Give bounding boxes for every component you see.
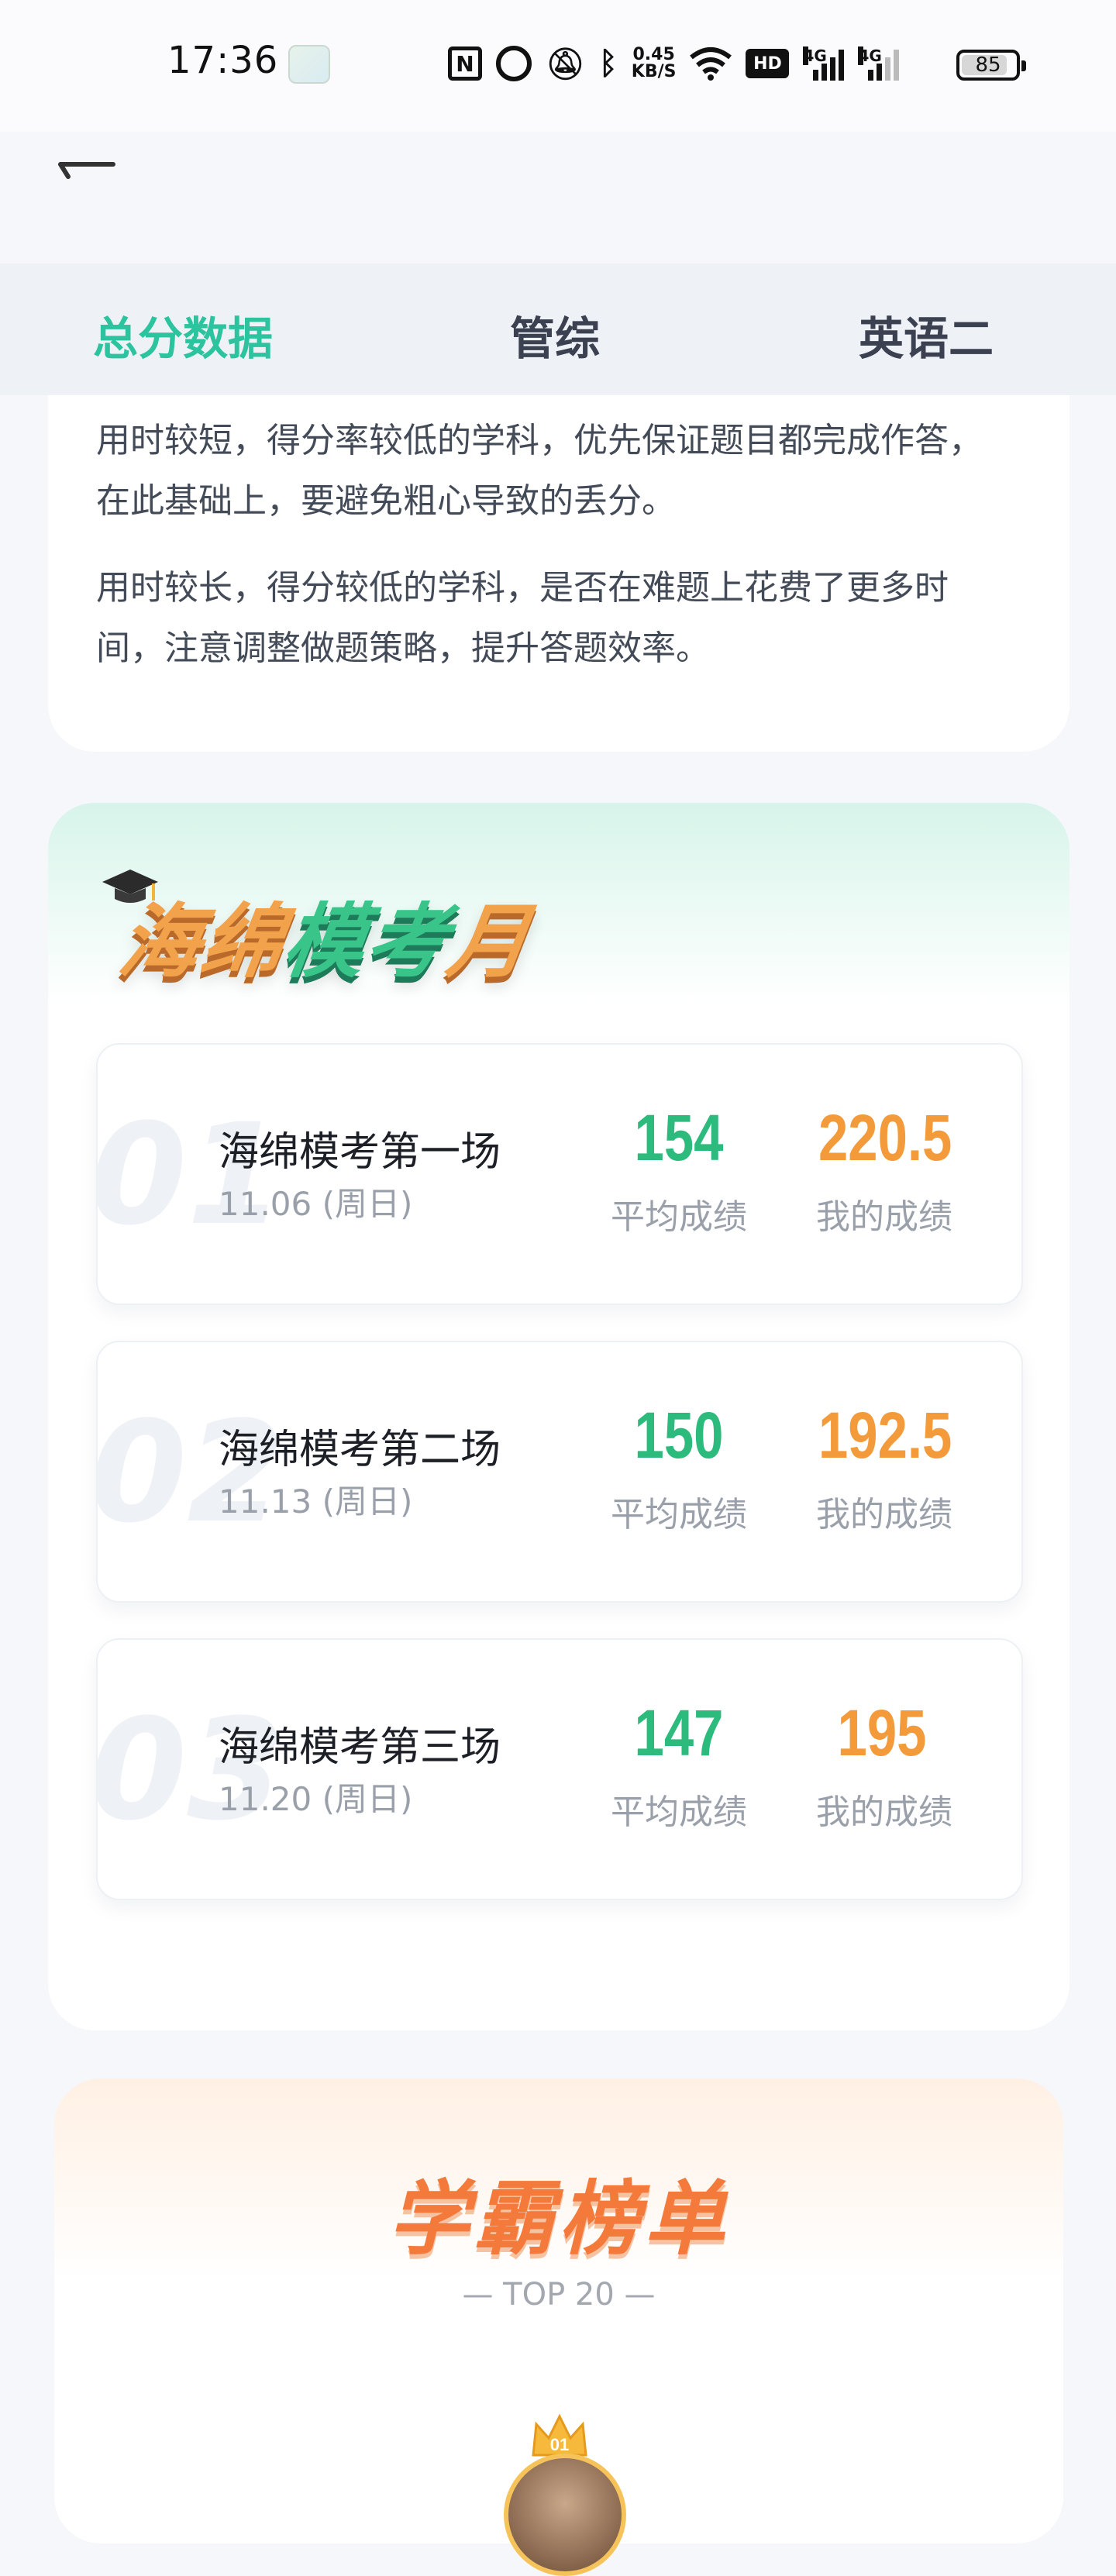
my-score: 220.5 [818, 1101, 952, 1174]
status-icons: N 🔕︎ ᛒ 0.45 KB/S HD 4G 4G [448, 43, 900, 84]
ranking-title: 学霸榜单 [388, 2171, 729, 2266]
status-time: 17:36 [167, 39, 279, 82]
network-type-1: 4G [803, 46, 827, 65]
tab-english-2[interactable]: 英语二 [859, 302, 994, 367]
mock-title-part3: 月 [442, 894, 538, 989]
tip-text-1: 用时较短，得分率较低的学科，优先保证题目都完成作答，在此基础上，要避免粗心导致的… [96, 421, 983, 521]
subject-tabs: 总分数据 管综 英语二 [0, 263, 1116, 395]
signal-icon-2: 4G [858, 46, 900, 81]
mock-exam-card: 海绵模考月 01 海绵模考第一场 11.06 (周日) 154 220.5 平均… [48, 803, 1070, 2030]
exam-item-3[interactable]: 03 海绵模考第三场 11.20 (周日) 147 195 平均成绩 我的成绩 [96, 1638, 1023, 1900]
my-score-label: 我的成绩 [816, 1793, 952, 1832]
exam-name: 海绵模考第三场 [219, 1724, 501, 1771]
ranking-subtitle: — TOP 20 — [462, 2277, 656, 2313]
my-score-label: 我的成绩 [816, 1495, 952, 1534]
average-score-label: 平均成绩 [611, 1495, 747, 1534]
exam-date: 11.13 (周日) [219, 1483, 413, 1520]
net-speed-unit: KB/S [631, 62, 677, 81]
tips-card: 用时较短，得分率较低的学科，优先保证题目都完成作答，在此基础上，要避免粗心导致的… [48, 333, 1070, 752]
status-bar: 17:36 N 🔕︎ ᛒ 0.45 KB/S HD 4G 4G 85 [0, 0, 1116, 179]
net-speed: 0.45 KB/S [632, 43, 677, 84]
wifi-icon [690, 43, 732, 84]
average-score: 150 [634, 1399, 724, 1472]
bluetooth-icon: ᛒ [598, 46, 618, 81]
avatar[interactable] [504, 2454, 626, 2576]
battery-level: 85 [975, 53, 1001, 77]
average-score-label: 平均成绩 [611, 1793, 747, 1832]
exam-name: 海绵模考第二场 [219, 1427, 501, 1473]
average-score: 154 [634, 1101, 724, 1174]
exam-item-1[interactable]: 01 海绵模考第一场 11.06 (周日) 154 220.5 平均成绩 我的成… [96, 1043, 1023, 1305]
rank-badge-number: 01 [550, 2435, 569, 2454]
exam-date: 11.20 (周日) [219, 1780, 413, 1818]
app-notification-icon [288, 45, 330, 84]
average-score: 147 [634, 1696, 724, 1769]
mock-title-part2: 模考 [277, 894, 456, 989]
alarm-icon [496, 46, 532, 81]
back-arrow-icon[interactable] [57, 158, 116, 181]
ranking-card: 学霸榜单 — TOP 20 — 01 [54, 2078, 1063, 2576]
network-type-2: 4G [858, 46, 882, 65]
exam-item-2[interactable]: 02 海绵模考第二场 11.13 (周日) 150 192.5 平均成绩 我的成… [96, 1341, 1023, 1603]
bell-off-icon: 🔕︎ [546, 46, 585, 82]
my-score: 192.5 [818, 1399, 952, 1472]
exam-date: 11.06 (周日) [219, 1185, 413, 1223]
mock-title: 海绵模考月 [112, 876, 539, 993]
my-score: 195 [837, 1696, 927, 1769]
tab-management[interactable]: 管综 [510, 302, 600, 367]
mock-title-part1: 海绵 [113, 894, 291, 989]
battery-icon: 85 [956, 50, 1026, 81]
net-speed-value: 0.45 [632, 45, 675, 64]
signal-icon-1: 4G [803, 46, 845, 81]
hd-icon: HD [746, 49, 790, 78]
tab-total-score[interactable]: 总分数据 [93, 302, 273, 367]
nfc-icon: N [448, 46, 482, 81]
exam-name: 海绵模考第一场 [219, 1129, 501, 1176]
tip-text-2: 用时较长，得分较低的学科，是否在难题上花费了更多时间，注意调整做题策略，提升答题… [96, 568, 949, 668]
my-score-label: 我的成绩 [816, 1197, 952, 1237]
average-score-label: 平均成绩 [611, 1197, 747, 1237]
